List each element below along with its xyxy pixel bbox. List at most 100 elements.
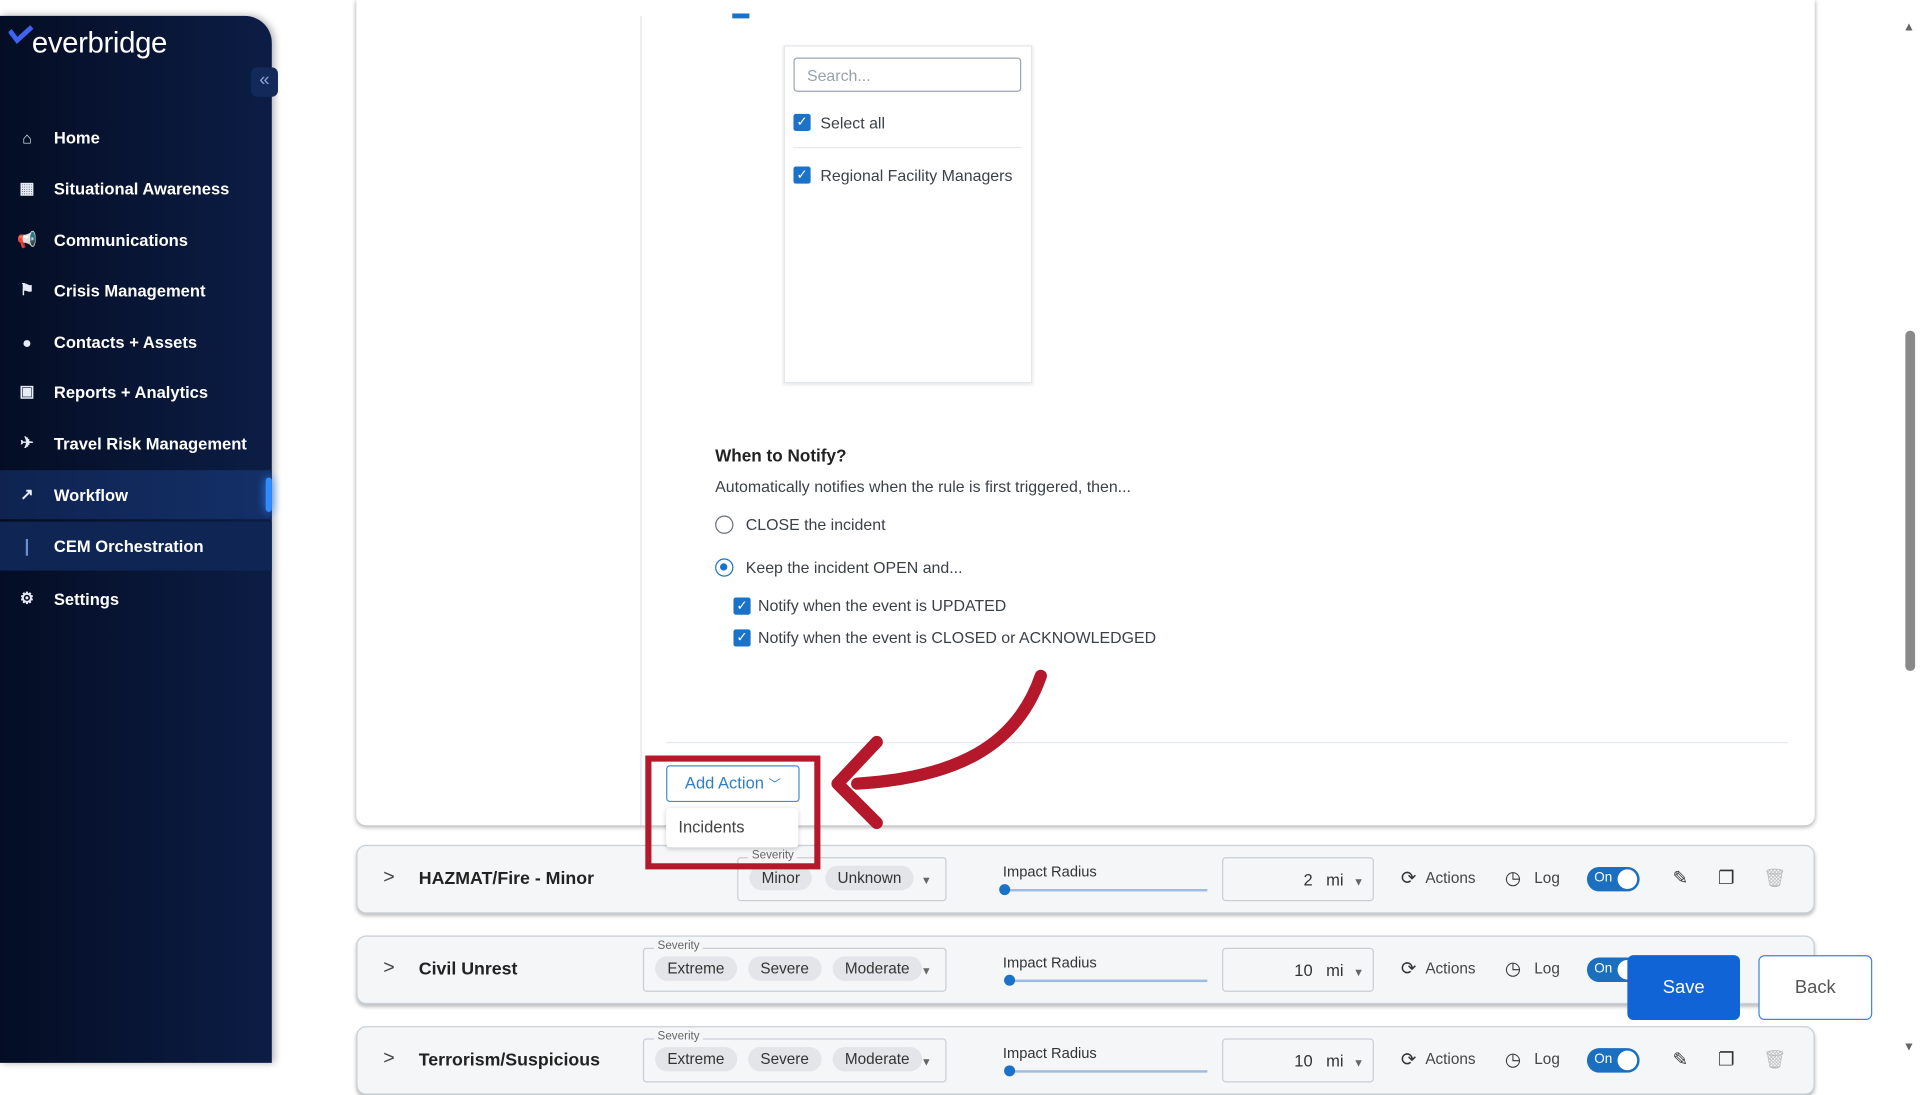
copy-icon[interactable]: ❐ (1718, 1048, 1734, 1070)
recipient-checkbox[interactable]: ✓ (793, 166, 811, 184)
slider-handle[interactable] (1004, 974, 1016, 986)
rule-editor-card (356, 0, 1815, 826)
caret-down-icon[interactable]: ▼ (921, 1056, 932, 1068)
recipient-label: Regional Facility Managers (820, 166, 1013, 185)
caret-down-icon[interactable]: ▼ (921, 874, 932, 886)
severity-label: Severity (653, 939, 704, 953)
rule-title: HAZMAT/Fire - Minor (418, 869, 595, 889)
impact-radius-label: Impact Radius (1002, 953, 1097, 972)
log-link[interactable]: Log (1534, 1051, 1560, 1068)
impact-radius-slider[interactable] (1004, 979, 1208, 983)
unit-caret-icon[interactable]: ▼ (1353, 966, 1364, 978)
slider-handle[interactable] (999, 884, 1011, 896)
scroll-up-icon[interactable]: ▲ (1903, 21, 1915, 34)
sidebar-item-situational-awareness[interactable]: ▦ Situational Awareness (0, 164, 272, 213)
sidebar-item-crisis-management[interactable]: ⚑ Crisis Management (0, 266, 272, 315)
expand-chevron-icon[interactable]: > (383, 867, 394, 889)
annotation-arrow-icon (831, 669, 1047, 829)
impact-radius-label: Impact Radius (1002, 863, 1097, 881)
annotation-highlight-box (645, 755, 821, 870)
radius-unit: mi (1326, 870, 1344, 889)
notify-updated-checkbox[interactable]: ✓ (733, 597, 751, 615)
crisis-icon: ⚑ (19, 280, 35, 299)
actions-link[interactable]: Actions (1425, 869, 1475, 886)
back-button[interactable]: Back (1758, 955, 1873, 1021)
chart-line-icon: ↗ (20, 484, 34, 504)
actions-sync-icon[interactable]: ⟳ (1401, 1048, 1416, 1070)
sidebar-item-label: Travel Risk Management (53, 434, 247, 453)
edit-pencil-icon[interactable]: ✎ (1673, 1048, 1688, 1070)
sidebar-item-contacts-assets[interactable]: ● Contacts + Assets (0, 317, 272, 366)
history-icon[interactable]: ◷ (1505, 1048, 1521, 1070)
collapse-sidebar-button[interactable]: « (251, 67, 278, 97)
expand-chevron-icon[interactable]: > (383, 958, 394, 980)
unit-caret-icon[interactable]: ▼ (1353, 876, 1364, 888)
checkbox-partial (732, 13, 750, 19)
sidebar-item-reports-analytics[interactable]: ▣ Reports + Analytics (0, 367, 272, 416)
log-link[interactable]: Log (1534, 869, 1560, 886)
trash-icon[interactable]: 🗑 (1763, 1048, 1786, 1070)
pin-icon: ● (22, 332, 32, 351)
actions-link[interactable]: Actions (1425, 1051, 1475, 1068)
keep-open-radio[interactable] (715, 558, 734, 577)
impact-radius-slider[interactable] (1004, 888, 1208, 892)
actions-sync-icon[interactable]: ⟳ (1401, 867, 1416, 889)
unit-caret-icon[interactable]: ▼ (1353, 1057, 1364, 1069)
when-to-notify-subtitle: Automatically notifies when the rule is … (715, 477, 1131, 496)
everbridge-logo: everbridge (8, 25, 167, 61)
copy-icon[interactable]: ❐ (1718, 867, 1734, 889)
select-all-label: Select all (820, 113, 886, 133)
scroll-down-icon[interactable]: ▼ (1903, 1041, 1915, 1054)
actions-sync-icon[interactable]: ⟳ (1401, 958, 1416, 980)
sidebar-item-label: Situational Awareness (53, 179, 230, 198)
severity-chip: Moderate (832, 956, 922, 981)
save-button[interactable]: Save (1627, 955, 1741, 1021)
sidebar-item-settings[interactable]: ⚙ Settings (0, 574, 272, 623)
notify-updated-label: Notify when the event is UPDATED (757, 596, 1007, 615)
history-icon[interactable]: ◷ (1505, 867, 1521, 889)
actions-link[interactable]: Actions (1425, 960, 1475, 977)
divider (793, 146, 1022, 149)
scrollbar-thumb[interactable] (1905, 330, 1916, 672)
sidebar-item-workflow[interactable]: ↗ Workflow (0, 470, 272, 520)
severity-chip: Extreme (655, 956, 737, 981)
notify-closed-checkbox[interactable]: ✓ (733, 629, 751, 647)
sidebar-item-label: Settings (53, 589, 120, 608)
gear-icon: ⚙ (19, 588, 35, 608)
radius-unit: mi (1326, 961, 1344, 980)
select-all-checkbox[interactable]: ✓ (793, 113, 811, 132)
impact-radius-slider[interactable] (1004, 1070, 1208, 1073)
sidebar-item-communications[interactable]: 📢 Communications (0, 216, 272, 265)
enabled-toggle[interactable]: On (1586, 866, 1640, 892)
sidebar-item-travel-risk-management[interactable]: ✈ Travel Risk Management (0, 419, 272, 468)
rule-title: Terrorism/Suspicious (418, 1050, 601, 1071)
trash-icon[interactable]: 🗑 (1763, 867, 1786, 889)
notify-closed-label: Notify when the event is CLOSED or ACKNO… (757, 628, 1157, 647)
plane-icon: ✈ (20, 433, 34, 452)
recipient-search-input[interactable]: Search... (793, 57, 1022, 92)
edit-pencil-icon[interactable]: ✎ (1673, 867, 1688, 889)
sidebar-item-home[interactable]: ⌂ Home (0, 113, 272, 162)
radius-unit: mi (1326, 1051, 1344, 1071)
radius-value: 10 (1294, 1051, 1313, 1071)
impact-radius-label: Impact Radius (1002, 1044, 1097, 1062)
sidebar-item-label: CEM Orchestration (53, 536, 204, 556)
history-icon[interactable]: ◷ (1505, 958, 1521, 980)
recipient-panel (783, 45, 1033, 384)
megaphone-icon: 📢 (17, 230, 37, 249)
close-incident-label: CLOSE the incident (745, 515, 886, 534)
keep-open-label: Keep the incident OPEN and... (745, 558, 963, 577)
severity-chip: Severe (748, 956, 822, 981)
expand-chevron-icon[interactable]: > (383, 1048, 394, 1070)
severity-chip: Moderate (832, 1046, 922, 1072)
severity-label: Severity (653, 1029, 704, 1044)
toggle-label: On (1594, 870, 1613, 886)
radius-value: 2 (1303, 870, 1313, 889)
caret-down-icon[interactable]: ▼ (921, 965, 932, 977)
enabled-toggle[interactable]: On (1586, 1048, 1640, 1073)
sidebar-item-cem-orchestration[interactable]: | CEM Orchestration (0, 521, 272, 571)
home-icon: ⌂ (22, 127, 32, 147)
close-incident-radio[interactable] (715, 515, 734, 534)
slider-handle[interactable] (1004, 1065, 1016, 1077)
log-link[interactable]: Log (1534, 960, 1560, 977)
